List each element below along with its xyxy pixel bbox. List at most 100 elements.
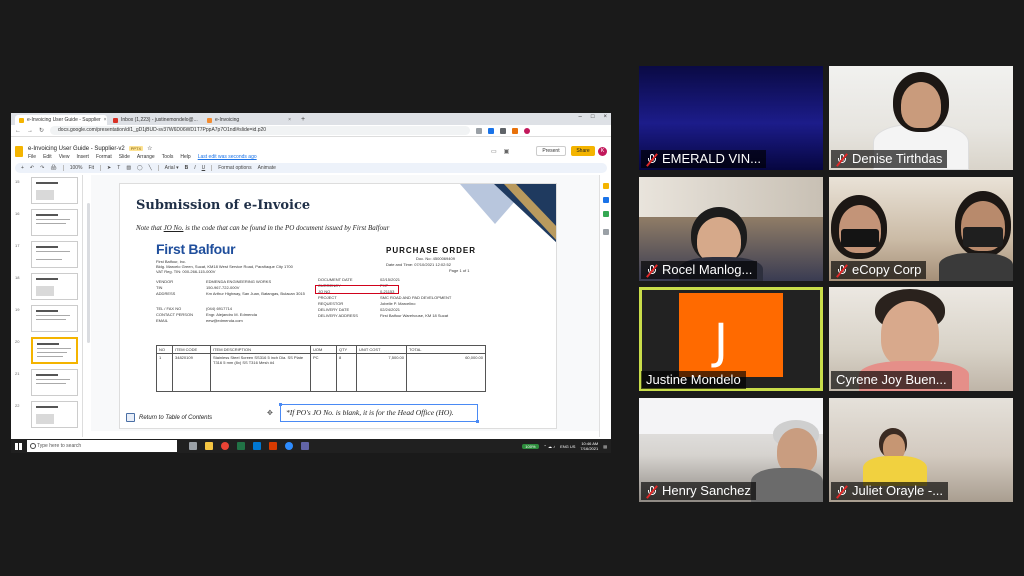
outlook-icon[interactable] xyxy=(253,442,261,450)
slide-thumbnail-selected[interactable] xyxy=(31,337,78,364)
slide-thumbnail[interactable] xyxy=(31,305,78,332)
participant-tile[interactable]: eCopy Corp xyxy=(829,177,1013,281)
slides-logo-icon[interactable] xyxy=(15,146,23,157)
account-avatar[interactable]: K xyxy=(598,147,607,156)
clock[interactable]: 10:46 AM 7/16/2021 xyxy=(580,441,598,451)
line-icon[interactable]: ╲ xyxy=(149,165,152,171)
extension-icon[interactable] xyxy=(500,127,507,134)
participant-tile-active-speaker[interactable]: J Justine Mondelo xyxy=(639,287,823,391)
browser-tab-einvoicing[interactable]: e-Invoicing × xyxy=(203,115,295,125)
close-tab-icon[interactable]: × xyxy=(288,115,291,125)
filmstrip-scrollbar[interactable] xyxy=(87,203,90,343)
add-ons-icon[interactable] xyxy=(603,229,609,235)
participant-tile[interactable]: Henry Sanchez xyxy=(639,398,823,502)
tray-icons[interactable]: ⌃ ☁ ♪ xyxy=(544,444,556,449)
menu-arrange[interactable]: Arrange xyxy=(137,154,155,160)
keep-icon[interactable] xyxy=(603,183,609,189)
textbox-icon[interactable]: T xyxy=(117,165,120,171)
slide-thumbnail[interactable] xyxy=(31,209,78,236)
minimize-icon[interactable]: – xyxy=(579,114,582,120)
slide-thumbnail[interactable] xyxy=(31,401,78,428)
slide-thumbnail[interactable] xyxy=(31,241,78,268)
slide-thumbnail[interactable] xyxy=(31,273,78,300)
taskbar-search-input[interactable]: Type here to search xyxy=(27,440,177,452)
speaker-notes-area[interactable] xyxy=(91,431,599,437)
star-icon[interactable]: ☆ xyxy=(147,145,152,152)
menu-tools[interactable]: Tools xyxy=(162,154,174,160)
image-icon[interactable]: ▨ xyxy=(126,165,131,171)
file-explorer-icon[interactable] xyxy=(205,442,213,450)
menu-view[interactable]: View xyxy=(59,154,70,160)
excel-icon[interactable] xyxy=(237,442,245,450)
selected-note-textbox[interactable]: *If PO's JO No. is blank, it is for the … xyxy=(279,403,479,423)
undo-button[interactable]: ↶ xyxy=(30,165,34,171)
menu-file[interactable]: File xyxy=(28,154,36,160)
print-button[interactable]: 🖨 xyxy=(50,165,56,171)
share-button[interactable]: Share xyxy=(571,146,595,156)
fit-select[interactable]: Fit xyxy=(88,165,94,171)
window-controls: – □ × xyxy=(579,114,607,120)
participant-tile[interactable]: Rocel Manlog... xyxy=(639,177,823,281)
shape-icon[interactable]: ◯ xyxy=(137,165,143,171)
redo-button[interactable]: ↷ xyxy=(40,165,44,171)
comment-icon[interactable]: ▭ xyxy=(491,148,497,155)
bold-icon[interactable]: B xyxy=(185,165,189,171)
new-slide-button[interactable]: + xyxy=(21,165,24,171)
notifications-icon[interactable]: ▤ xyxy=(603,444,607,449)
format-options-button[interactable]: Format options xyxy=(218,165,251,171)
present-button[interactable]: Present xyxy=(536,146,566,156)
forward-icon[interactable]: → xyxy=(27,128,33,134)
teams-icon[interactable] xyxy=(301,442,309,450)
purchase-order-image: First Balfour First Balfour, Inc. Bldg. … xyxy=(156,241,486,392)
zoom-icon[interactable] xyxy=(285,442,293,450)
slide[interactable]: Submission of e-Invoice Note that JO No.… xyxy=(119,183,557,429)
menu-edit[interactable]: Edit xyxy=(43,154,52,160)
language-indicator[interactable]: ENG US xyxy=(560,444,575,449)
font-select[interactable]: Arial ▾ xyxy=(165,165,179,171)
return-to-toc-link[interactable]: Return to Table of Contents xyxy=(126,413,212,422)
last-edit-link[interactable]: Last edit was seconds ago xyxy=(198,154,257,160)
meet-icon[interactable]: ▣ xyxy=(504,148,510,155)
close-tab-icon[interactable]: × xyxy=(104,115,107,125)
chrome-icon[interactable] xyxy=(221,442,229,450)
new-tab-button[interactable]: + xyxy=(297,115,309,125)
menu-help[interactable]: Help xyxy=(180,154,190,160)
tasks-icon[interactable] xyxy=(603,197,609,203)
animate-button[interactable]: Animate xyxy=(258,165,276,171)
extension-icon[interactable] xyxy=(512,127,519,134)
slide-thumbnail[interactable] xyxy=(31,177,78,204)
task-view-icon[interactable] xyxy=(189,442,197,450)
zoom-select[interactable]: 100% xyxy=(70,165,83,171)
menu-format[interactable]: Format xyxy=(96,154,112,160)
browser-tab-slides[interactable]: e-Invoicing User Guide - Supplier × xyxy=(15,115,107,125)
participant-tile[interactable]: Juliet Orayle -... xyxy=(829,398,1013,502)
maximize-icon[interactable]: □ xyxy=(591,114,595,120)
zoom-sharing-pill[interactable]: 100% xyxy=(522,443,539,449)
reload-icon[interactable]: ↻ xyxy=(39,127,44,134)
muted-mic-icon xyxy=(646,152,658,167)
powerpoint-icon[interactable] xyxy=(269,442,277,450)
move-handle-icon[interactable]: ✥ xyxy=(267,409,273,417)
doc-title[interactable]: e-Invoicing User Guide - Supplier-v2 xyxy=(28,146,125,152)
calendar-icon[interactable] xyxy=(603,211,609,217)
profile-icon[interactable] xyxy=(524,127,531,134)
windows-start-icon[interactable] xyxy=(11,439,25,453)
thumb-number: 16 xyxy=(15,211,20,216)
participant-tile[interactable]: EMERALD VIN... xyxy=(639,66,823,170)
menu-slide[interactable]: Slide xyxy=(119,154,130,160)
italic-icon[interactable]: I xyxy=(194,165,195,171)
toolbar-divider xyxy=(211,165,213,171)
participant-tile[interactable]: Cyrene Joy Buen... xyxy=(829,287,1013,391)
url-field[interactable]: docs.google.com/presentation/d/1_gD1jBUD… xyxy=(50,126,471,135)
menu-insert[interactable]: Insert xyxy=(76,154,89,160)
participant-tile[interactable]: Denise Tirthdas xyxy=(829,66,1013,170)
underline-icon[interactable]: U xyxy=(202,165,206,171)
slide-thumbnail[interactable] xyxy=(31,369,78,396)
extension-icon[interactable] xyxy=(488,127,495,134)
cursor-icon[interactable]: ➤ xyxy=(107,165,111,171)
back-icon[interactable]: ← xyxy=(15,128,21,134)
toolbar-divider xyxy=(157,165,159,171)
browser-tab-inbox[interactable]: Inbox (1,223) - justinemondelo@... × xyxy=(109,115,201,125)
close-window-icon[interactable]: × xyxy=(603,114,607,120)
extension-icon[interactable] xyxy=(476,127,483,134)
